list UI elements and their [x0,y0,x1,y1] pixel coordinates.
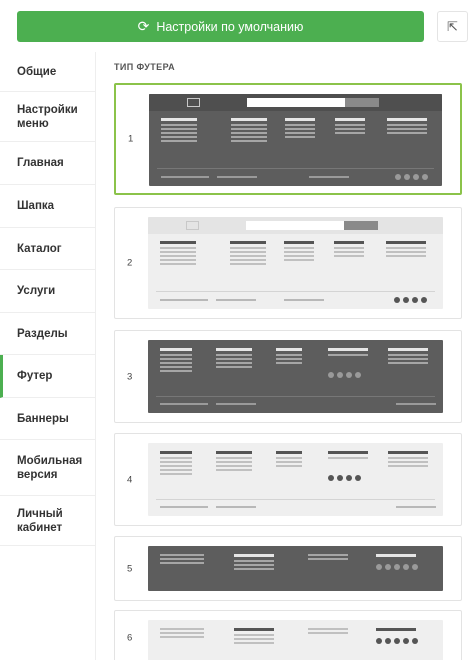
sidebar-item-banners[interactable]: Баннеры [0,398,96,440]
footer-option-card[interactable]: 3 [114,330,462,423]
option-number: 4 [127,474,133,485]
footer-preview [149,94,442,186]
sidebar-item-personal-account[interactable]: Личный кабинет [0,496,96,546]
settings-sidebar: Общие Настройки меню Главная Шапка Катал… [0,52,96,660]
sidebar-item-general[interactable]: Общие [0,52,96,92]
footer-option-card[interactable]: 4 [114,433,462,526]
footer-option-card[interactable]: 6 [114,610,462,660]
option-number: 3 [127,371,133,382]
sidebar-item-services[interactable]: Услуги [0,270,96,313]
reset-defaults-label: Настройки по умолчанию [156,19,304,34]
option-number: 2 [127,257,133,269]
footer-preview [148,443,443,516]
footer-option-card[interactable]: 2 [114,207,462,319]
sidebar-item-catalog[interactable]: Каталог [0,228,96,270]
share-icon: ⇱ [447,18,458,34]
reset-defaults-button[interactable]: ⟳ Настройки по умолчанию [17,11,424,42]
footer-preview [148,620,443,660]
footer-option-card[interactable]: 1 [114,83,462,195]
section-title: ТИП ФУТЕРА [114,62,176,72]
option-number: 5 [127,563,133,574]
sidebar-item-sections[interactable]: Разделы [0,313,96,355]
footer-preview [148,217,443,309]
sidebar-item-mobile-version[interactable]: Мобильная версия [0,440,96,496]
option-number: 6 [127,632,133,644]
option-number: 1 [128,133,134,145]
sidebar-item-home[interactable]: Главная [0,142,96,185]
footer-option-card[interactable]: 5 [114,536,462,601]
toolbar: ⟳ Настройки по умолчанию ⇱ [0,0,474,52]
share-button[interactable]: ⇱ [437,11,468,42]
sidebar-item-header[interactable]: Шапка [0,185,96,228]
sidebar-item-footer[interactable]: Футер [0,355,96,398]
refresh-icon: ⟳ [137,18,150,34]
footer-preview [148,340,443,413]
footer-preview [148,546,443,591]
sidebar-item-menu-settings[interactable]: Настройки меню [0,92,96,142]
